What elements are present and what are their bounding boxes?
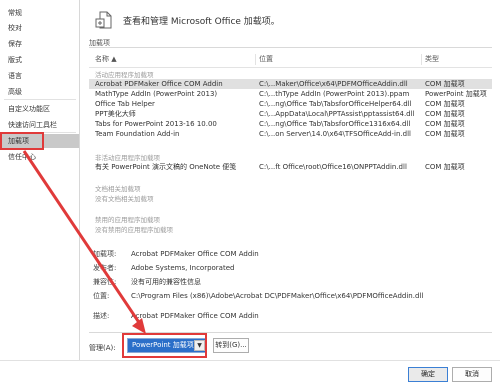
cell-name: MathType AddIn (PowerPoint 2013) — [95, 90, 218, 98]
sidebar-item-general[interactable]: 常规 — [0, 6, 79, 20]
sidebar-item-addins[interactable]: 加载项 — [0, 134, 79, 148]
cell-name: Tabs for PowerPoint 2013-16 10.00 — [95, 120, 217, 128]
detail-label: 位置: — [93, 292, 110, 300]
group-label-disabled: 禁用的应用程序加载项 — [95, 216, 160, 224]
group-label-document: 文档相关加载项 — [95, 185, 141, 193]
cell-type: COM 加载项 — [425, 130, 465, 138]
table-row[interactable]: Acrobat PDFMaker Office COM Addin C:\...… — [89, 79, 492, 89]
options-sidebar: 常规 校对 保存 版式 语言 高级 自定义功能区 快速访问工具栏 加载项 信任中… — [0, 0, 80, 387]
detail-value: Adobe Systems, Incorporated — [131, 264, 235, 272]
cell-type: COM 加载项 — [425, 120, 465, 128]
cancel-button[interactable]: 取消 — [452, 367, 492, 382]
sidebar-item-trust-center[interactable]: 信任中心 — [0, 150, 79, 164]
cell-name: Office Tab Helper — [95, 100, 155, 108]
panel-header: 查看和管理 Microsoft Office 加载项。 — [95, 8, 280, 32]
detail-value: 没有可用的兼容性信息 — [131, 278, 201, 286]
sidebar-divider — [4, 132, 76, 133]
addins-table: 名称 ▲ 位置 类型 活动应用程序加载项 Acrobat PDFMaker Of… — [89, 52, 492, 242]
chevron-down-icon[interactable]: ▼ — [194, 340, 205, 351]
column-header-location[interactable]: 位置 — [259, 54, 273, 64]
column-header-type[interactable]: 类型 — [425, 54, 439, 64]
detail-value: Acrobat PDFMaker Office COM Addin — [131, 312, 259, 320]
cell-location: C:\...Maker\Office\x64\PDFMOfficeAddin.d… — [259, 80, 408, 88]
manage-select[interactable]: PowerPoint 加载项 ▼ — [127, 338, 207, 353]
table-row[interactable]: Tabs for PowerPoint 2013-16 10.00 C:\...… — [89, 119, 492, 129]
sidebar-item-language[interactable]: 语言 — [0, 69, 79, 83]
cell-location: C:\...ft Office\root\Office16\ONPPTAddin… — [259, 163, 407, 171]
cell-type: COM 加载项 — [425, 80, 465, 88]
detail-label: 兼容性: — [93, 278, 117, 286]
addins-panel: 查看和管理 Microsoft Office 加载项。 加载项 名称 ▲ 位置 … — [81, 0, 500, 360]
cell-name: Team Foundation Add-in — [95, 130, 180, 138]
manage-divider — [89, 332, 492, 333]
group-label-active: 活动应用程序加载项 — [95, 71, 154, 79]
dialog-footer: 确定 取消 — [0, 360, 500, 387]
detail-value: C:\Program Files (x86)\Adobe\Acrobat DC\… — [131, 292, 424, 300]
detail-label: 描述: — [93, 312, 110, 320]
table-row[interactable]: Team Foundation Add-in C:\...on Server\1… — [89, 129, 492, 139]
column-divider — [421, 54, 422, 65]
sidebar-item-quick-access-toolbar[interactable]: 快速访问工具栏 — [0, 118, 79, 132]
sidebar-item-customize-ribbon[interactable]: 自定义功能区 — [0, 102, 79, 116]
cell-location: C:\...on Server\14.0\x64\TFSOfficeAdd-in… — [259, 130, 411, 138]
sidebar-item-layout[interactable]: 版式 — [0, 53, 79, 67]
group-label-inactive: 非活动应用程序加载项 — [95, 154, 160, 162]
empty-disabled-addins: 没有禁用的应用程序加载项 — [95, 226, 173, 234]
cell-location: C:\...ng\Office Tab\TabsforOffice1316x64… — [259, 120, 411, 128]
cell-type: COM 加载项 — [425, 110, 465, 118]
table-row[interactable]: PPT美化大师 C:\...AppData\Local\PPTAssist\pp… — [89, 109, 492, 119]
go-button[interactable]: 转到(G)... — [213, 338, 249, 353]
cell-name: PPT美化大师 — [95, 110, 136, 118]
empty-document-addins: 没有文档相关加载项 — [95, 195, 154, 203]
column-header-name[interactable]: 名称 ▲ — [95, 54, 117, 64]
ok-button[interactable]: 确定 — [408, 367, 448, 382]
cell-name: Acrobat PDFMaker Office COM Addin — [95, 80, 223, 88]
manage-select-value: PowerPoint 加载项 — [132, 341, 194, 349]
manage-label: 管理(A): — [89, 344, 116, 352]
cell-type: PowerPoint 加载项 — [425, 90, 487, 98]
table-row[interactable]: Office Tab Helper C:\...ng\Office Tab\Ta… — [89, 99, 492, 109]
table-row[interactable]: MathType AddIn (PowerPoint 2013) C:\...t… — [89, 89, 492, 99]
column-divider — [255, 54, 256, 65]
page-title: 查看和管理 Microsoft Office 加载项。 — [123, 16, 280, 27]
addins-icon — [95, 11, 112, 29]
sidebar-divider — [4, 99, 76, 100]
header-divider — [89, 67, 492, 68]
cell-location: C:\...AppData\Local\PPTAssist\pptassist6… — [259, 110, 415, 118]
sidebar-item-advanced[interactable]: 高级 — [0, 85, 79, 99]
cell-type: COM 加载项 — [425, 100, 465, 108]
sidebar-item-save[interactable]: 保存 — [0, 37, 79, 51]
table-row[interactable]: 有关 PowerPoint 演示文稿的 OneNote 便笺 C:\...ft … — [89, 162, 492, 172]
detail-label: 发布者: — [93, 264, 117, 272]
detail-value: Acrobat PDFMaker Office COM Addin — [131, 250, 259, 258]
sidebar-item-proofing[interactable]: 校对 — [0, 21, 79, 35]
cell-type: COM 加载项 — [425, 163, 465, 171]
cell-location: C:\...ng\Office Tab\TabsforOfficeHelper6… — [259, 100, 412, 108]
detail-label: 加载项: — [93, 250, 117, 258]
section-divider — [89, 47, 492, 48]
cell-location: C:\...thType AddIn (PowerPoint 2013).ppa… — [259, 90, 410, 98]
cell-name: 有关 PowerPoint 演示文稿的 OneNote 便笺 — [95, 163, 237, 171]
